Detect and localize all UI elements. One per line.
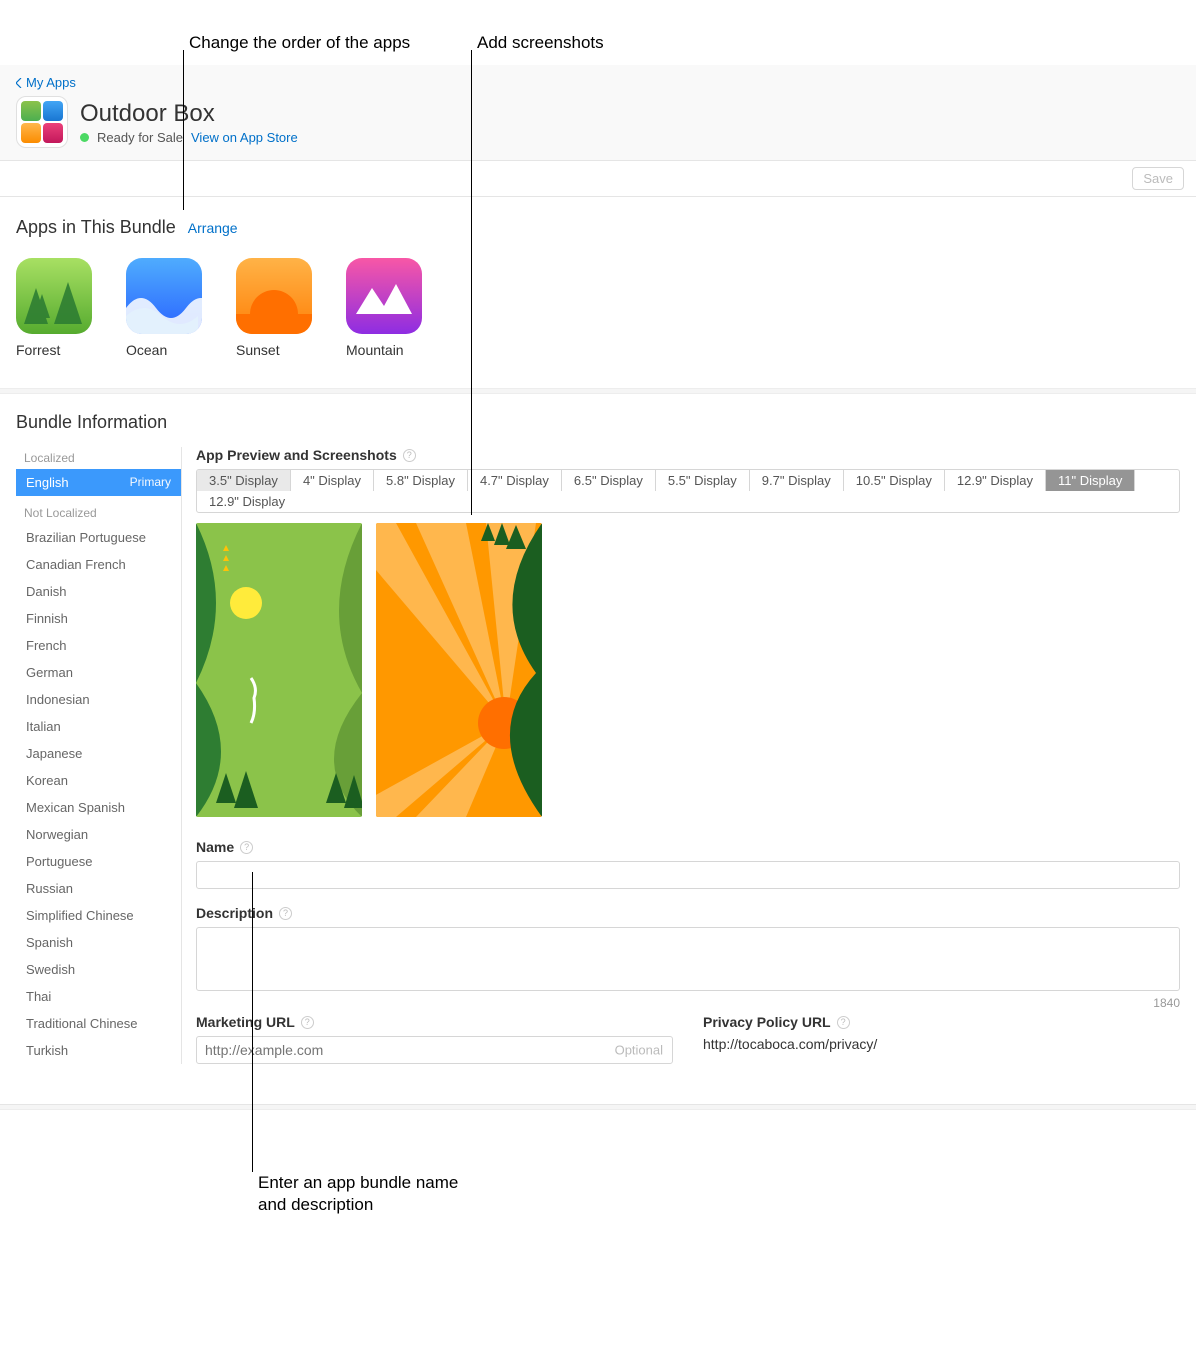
- sidebar-lang-item[interactable]: Canadian French: [16, 551, 181, 578]
- status-dot-icon: [80, 133, 89, 142]
- app-card[interactable]: Sunset: [236, 258, 316, 358]
- sidebar-lang-item[interactable]: Thai: [16, 983, 181, 1010]
- bundle-icon: [16, 96, 68, 148]
- display-tab[interactable]: 10.5" Display: [844, 470, 945, 491]
- preview-label: App Preview and Screenshots: [196, 447, 397, 463]
- apps-section-title: Apps in This Bundle: [16, 217, 176, 238]
- callout-reorder: Change the order of the apps: [189, 33, 410, 53]
- screenshot-2[interactable]: [376, 523, 542, 817]
- sidebar-lang-item[interactable]: Danish: [16, 578, 181, 605]
- help-icon[interactable]: ?: [837, 1016, 850, 1029]
- sidebar-lang-item[interactable]: Norwegian: [16, 821, 181, 848]
- display-tab[interactable]: 5.8" Display: [374, 470, 468, 491]
- callout-line: [183, 50, 184, 210]
- callout-addshots: Add screenshots: [477, 33, 604, 53]
- description-label: Description: [196, 905, 273, 921]
- app-sunset-icon: [236, 258, 312, 334]
- app-name: Mountain: [346, 342, 404, 358]
- app-ocean-icon: [126, 258, 202, 334]
- display-tab[interactable]: 12.9" Display: [945, 470, 1046, 491]
- display-tab[interactable]: 3.5" Display: [197, 470, 291, 491]
- back-link[interactable]: My Apps: [16, 75, 1180, 90]
- status-text: Ready for Sale: [97, 130, 183, 145]
- display-tab[interactable]: 5.5" Display: [656, 470, 750, 491]
- display-tab[interactable]: 9.7" Display: [750, 470, 844, 491]
- optional-label: Optional: [615, 1043, 663, 1058]
- help-icon[interactable]: ?: [240, 841, 253, 854]
- localization-sidebar: Localized English Primary Not Localized …: [16, 447, 182, 1064]
- help-icon[interactable]: ?: [301, 1016, 314, 1029]
- sidebar-lang-item[interactable]: Simplified Chinese: [16, 902, 181, 929]
- sidebar-lang-item[interactable]: Russian: [16, 875, 181, 902]
- page-title: Outdoor Box: [80, 100, 298, 128]
- display-tabs: 3.5" Display4" Display5.8" Display4.7" D…: [196, 469, 1180, 513]
- callout-line: [252, 872, 253, 1172]
- display-tab[interactable]: 4" Display: [291, 470, 374, 491]
- callout-enter-name: Enter an app bundle name and description: [258, 1172, 458, 1216]
- name-label: Name: [196, 839, 234, 855]
- sidebar-lang-item[interactable]: Finnish: [16, 605, 181, 632]
- sidebar-lang-item[interactable]: Turkish: [16, 1037, 181, 1064]
- sidebar-lang-item[interactable]: Swedish: [16, 956, 181, 983]
- screenshot-1[interactable]: [196, 523, 362, 817]
- display-tab[interactable]: 6.5" Display: [562, 470, 656, 491]
- not-localized-group-label: Not Localized: [16, 502, 181, 524]
- app-card[interactable]: Forrest: [16, 258, 96, 358]
- privacy-url-value: http://tocaboca.com/privacy/: [703, 1036, 1180, 1052]
- name-input[interactable]: [196, 861, 1180, 889]
- help-icon[interactable]: ?: [279, 907, 292, 920]
- sidebar-lang-english[interactable]: English Primary: [16, 469, 181, 496]
- arrange-link[interactable]: Arrange: [188, 220, 238, 236]
- app-card[interactable]: Ocean: [126, 258, 206, 358]
- view-store-link[interactable]: View on App Store: [191, 130, 298, 145]
- app-name: Sunset: [236, 342, 280, 358]
- sidebar-lang-item[interactable]: Spanish: [16, 929, 181, 956]
- privacy-url-label: Privacy Policy URL: [703, 1014, 831, 1030]
- bundle-info-title: Bundle Information: [16, 412, 1180, 433]
- sidebar-lang-item[interactable]: Indonesian: [16, 686, 181, 713]
- sidebar-lang-item[interactable]: Mexican Spanish: [16, 794, 181, 821]
- display-tab[interactable]: 11" Display: [1046, 470, 1135, 491]
- app-mountain-icon: [346, 258, 422, 334]
- localized-group-label: Localized: [16, 447, 181, 469]
- chevron-left-icon: [16, 78, 22, 88]
- sidebar-lang-item[interactable]: Italian: [16, 713, 181, 740]
- help-icon[interactable]: ?: [403, 449, 416, 462]
- sidebar-lang-item[interactable]: French: [16, 632, 181, 659]
- marketing-url-input[interactable]: [196, 1036, 673, 1064]
- save-button[interactable]: Save: [1132, 167, 1184, 190]
- char-count: 1840: [196, 996, 1180, 1010]
- marketing-url-label: Marketing URL: [196, 1014, 295, 1030]
- app-card[interactable]: Mountain: [346, 258, 426, 358]
- sidebar-lang-item[interactable]: Portuguese: [16, 848, 181, 875]
- sidebar-lang-item[interactable]: Japanese: [16, 740, 181, 767]
- sidebar-lang-item[interactable]: Traditional Chinese: [16, 1010, 181, 1037]
- back-link-label: My Apps: [26, 75, 76, 90]
- sidebar-lang-item[interactable]: German: [16, 659, 181, 686]
- callout-line: [471, 50, 472, 515]
- sidebar-lang-item[interactable]: Brazilian Portuguese: [16, 524, 181, 551]
- sidebar-lang-item[interactable]: Korean: [16, 767, 181, 794]
- display-tab[interactable]: 4.7" Display: [468, 470, 562, 491]
- description-input[interactable]: [196, 927, 1180, 991]
- app-name: Forrest: [16, 342, 60, 358]
- display-tab[interactable]: 12.9" Display: [197, 491, 297, 512]
- app-forrest-icon: [16, 258, 92, 334]
- app-name: Ocean: [126, 342, 167, 358]
